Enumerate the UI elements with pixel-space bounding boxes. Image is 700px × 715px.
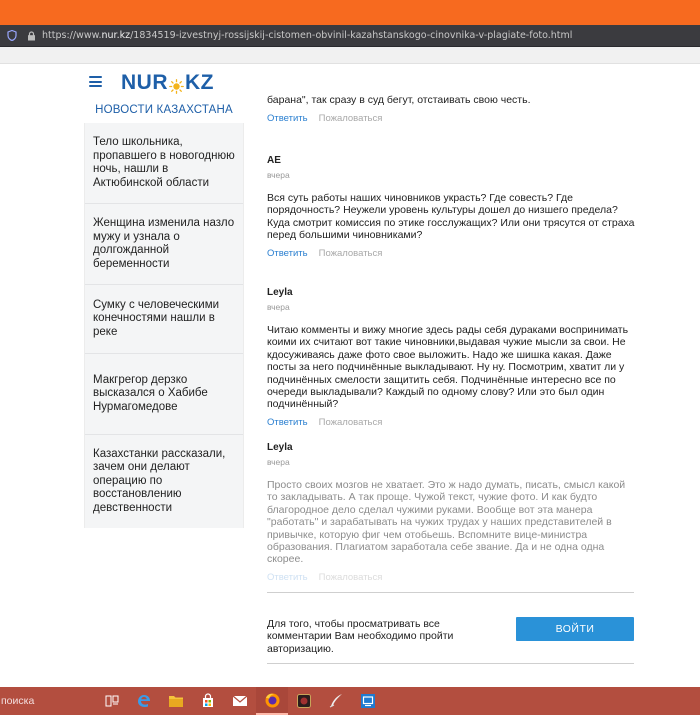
comment: Leyla вчера Читаю комменты и вижу многие… xyxy=(267,287,637,428)
address-bar[interactable]: https://www.nur.kz/1834519-izvestnyj-ros… xyxy=(0,25,700,47)
store-icon[interactable] xyxy=(192,687,224,715)
comment-actions: Ответить Пожаловаться xyxy=(267,417,637,428)
game-app-icon[interactable] xyxy=(288,687,320,715)
divider xyxy=(267,663,634,664)
comment-date: вчера xyxy=(267,302,290,312)
comment-text: Просто своих мозгов не хватает. Это ж на… xyxy=(267,479,626,566)
complain-link[interactable]: Пожаловаться xyxy=(319,248,383,259)
taskbar-search[interactable]: поиска xyxy=(0,687,96,715)
quill-app-icon[interactable] xyxy=(320,687,352,715)
comment-actions: Ответить Пожаловаться xyxy=(267,248,637,259)
complain-link[interactable]: Пожаловаться xyxy=(319,572,383,583)
comment-text: Вся суть работы наших чиновников украсть… xyxy=(267,192,635,242)
news-list: Тело школьника, пропавшего в новогоднюю … xyxy=(84,123,244,528)
reply-link[interactable]: Ответить xyxy=(267,572,308,583)
comment-text: барана", так сразу в суд бегут, отстаива… xyxy=(267,94,531,106)
shield-icon[interactable] xyxy=(5,29,19,43)
comment-date: вчера xyxy=(267,457,290,467)
news-item[interactable]: Макгрегор дерзко высказался о Хабибе Нур… xyxy=(85,354,243,435)
news-item[interactable]: Тело школьника, пропавшего в новогоднюю … xyxy=(85,123,243,204)
comment-author[interactable]: Leyla xyxy=(267,287,637,298)
mail-icon[interactable] xyxy=(224,687,256,715)
news-item[interactable]: Сумку с человеческими конечностями нашли… xyxy=(85,285,243,354)
comment-fragment: барана", так сразу в суд бегут, отстаива… xyxy=(267,94,637,124)
comment-author[interactable]: Leyla xyxy=(267,442,637,453)
comment-actions: Ответить Пожаловаться xyxy=(267,113,637,124)
news-item[interactable]: Женщина изменила назло мужу и узнала о д… xyxy=(85,204,243,285)
task-view-icon[interactable] xyxy=(96,687,128,715)
complain-link[interactable]: Пожаловаться xyxy=(319,113,383,124)
taskbar: поиска xyxy=(0,687,700,715)
news-sidebar: НОВОСТИ КАЗАХСТАНА Тело школьника, пропа… xyxy=(84,101,244,528)
url-text[interactable]: https://www.nur.kz/1834519-izvestnyj-ros… xyxy=(42,30,572,41)
divider xyxy=(267,592,634,593)
news-item[interactable]: Казахстанки рассказали, зачем они делают… xyxy=(85,435,243,528)
auth-message: Для того, чтобы просматривать все коммен… xyxy=(267,618,454,655)
browser-titlebar xyxy=(0,0,700,25)
login-button[interactable]: ВОЙТИ xyxy=(516,617,634,641)
comment-actions: Ответить Пожаловаться xyxy=(267,572,637,583)
comment-date: вчера xyxy=(267,170,290,180)
lock-icon[interactable] xyxy=(24,29,38,43)
page-toolbar-strip xyxy=(0,47,700,64)
file-explorer-icon[interactable] xyxy=(160,687,192,715)
complain-link[interactable]: Пожаловаться xyxy=(319,417,383,428)
comment: AE вчера Вся суть работы наших чиновнико… xyxy=(267,155,637,259)
sun-logo-icon xyxy=(169,76,184,94)
comment-text: Читаю комменты и вижу многие здесь рады … xyxy=(267,324,629,411)
site-logo[interactable]: NUR KZ xyxy=(121,71,214,95)
comment-author[interactable]: AE xyxy=(267,155,637,166)
reply-link[interactable]: Ответить xyxy=(267,417,308,428)
edge-browser-icon[interactable] xyxy=(128,687,160,715)
comment: Leyla вчера Просто своих мозгов не хвата… xyxy=(267,442,637,583)
sidebar-title: НОВОСТИ КАЗАХСТАНА xyxy=(95,104,233,116)
remote-app-icon[interactable] xyxy=(352,687,384,715)
reply-link[interactable]: Ответить xyxy=(267,248,308,259)
reply-link[interactable]: Ответить xyxy=(267,113,308,124)
firefox-icon[interactable] xyxy=(256,687,288,715)
hamburger-menu-icon[interactable] xyxy=(89,76,102,87)
